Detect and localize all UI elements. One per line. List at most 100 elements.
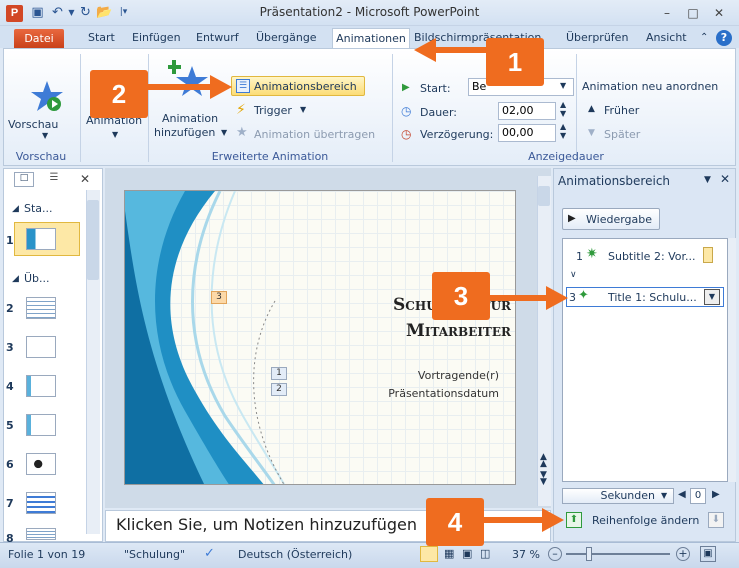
slide-number: 3 [6, 341, 14, 354]
preview-button[interactable]: Vorschau [8, 118, 58, 131]
play-icon: ▶ [568, 213, 576, 224]
slide-thumbnail-5[interactable] [26, 414, 56, 436]
help-icon[interactable]: ? [716, 30, 732, 46]
slide-thumbnail-2[interactable] [26, 297, 56, 319]
outline-tab-icon[interactable]: ☰ [44, 172, 64, 187]
timeline-forward-icon[interactable]: ▶ [712, 489, 720, 500]
fit-to-window-icon[interactable]: ▣ [700, 546, 716, 562]
slide-presenter[interactable]: Vortragende(r) [315, 369, 499, 382]
start-label: Start: [420, 82, 451, 95]
zoom-slider[interactable] [566, 553, 670, 555]
animation-list-scrollbar[interactable] [728, 238, 736, 482]
slide-canvas[interactable]: 3 1 2 Schulung für Mitarbeiter Vortragen… [124, 190, 516, 485]
zoom-slider-thumb[interactable] [586, 547, 592, 561]
slideshow-view-icon[interactable]: ◫ [480, 547, 490, 560]
slides-tab-icon[interactable]: □ [14, 172, 34, 187]
delay-input[interactable]: 00,00 [498, 124, 556, 142]
slide-thumbnail-8[interactable] [26, 528, 56, 540]
seconds-dropdown[interactable]: Sekunden [562, 488, 674, 504]
close-icon[interactable]: ✕ [708, 4, 730, 22]
seconds-dropdown-arrow-icon[interactable]: ▼ [661, 491, 667, 500]
zoom-out-icon[interactable]: – [548, 547, 562, 561]
duration-spinner-icon[interactable]: ▲ ▼ [560, 100, 566, 118]
add-animation-label-2[interactable]: hinzufügen [154, 126, 215, 139]
pane-close-icon[interactable]: ✕ [720, 172, 730, 186]
tab-design[interactable]: Entwurf [194, 28, 241, 48]
slides-scrollbar-thumb[interactable] [87, 200, 99, 280]
slide-date[interactable]: Präsentationsdatum [315, 387, 499, 400]
tab-view[interactable]: Ansicht [644, 28, 689, 48]
tab-insert[interactable]: Einfügen [130, 28, 183, 48]
pane-options-icon[interactable]: ▼ [704, 175, 711, 185]
anim-item-3-number: 3 [569, 291, 576, 304]
section-overview-label[interactable]: Üb... [24, 272, 50, 285]
maximize-icon[interactable]: □ [682, 4, 704, 22]
prev-slide-icon[interactable]: ▲ ▲ [540, 453, 547, 469]
theme-name[interactable]: "Schulung" [124, 548, 185, 561]
zoom-in-icon[interactable]: + [676, 547, 690, 561]
animation-tag-2[interactable]: 2 [271, 383, 287, 396]
minimize-icon[interactable]: – [656, 4, 678, 22]
reading-view-icon[interactable]: ▣ [462, 547, 472, 560]
slide-number: 2 [6, 302, 14, 315]
move-down-icon[interactable]: ⬇ [708, 512, 724, 528]
animation-painter-icon: ★ [236, 125, 248, 140]
anim-item-3[interactable]: Title 1: Schulu... [608, 291, 697, 304]
slide-scrollbar-thumb[interactable] [538, 186, 550, 206]
animation-painter-button[interactable]: Animation übertragen [254, 128, 375, 141]
tab-animations[interactable]: Animationen [332, 28, 410, 49]
slide-sorter-icon[interactable]: ▦ [444, 547, 454, 560]
callout-3-arrowhead-icon [546, 286, 568, 310]
slide-thumbnail-3[interactable] [26, 336, 56, 358]
slide-thumbnail-7[interactable] [26, 492, 56, 514]
animation-tag-3[interactable]: 3 [211, 291, 227, 304]
duration-input[interactable]: 02,00 [498, 102, 556, 120]
start-dropdown-arrow-icon[interactable]: ▼ [560, 81, 566, 90]
add-animation-dropdown-icon[interactable]: ▼ [221, 128, 227, 137]
slide-title-line2[interactable]: Mitarbeiter [315, 321, 511, 341]
later-button[interactable]: Später [604, 128, 640, 141]
animation-gallery-dropdown-icon[interactable]: ▼ [112, 130, 118, 139]
spellcheck-icon[interactable]: ✓ [204, 546, 215, 561]
delay-label: Verzögerung: [420, 128, 494, 141]
animation-pane-label: Animationsbereich [254, 80, 357, 93]
section-start-label[interactable]: Sta... [24, 202, 53, 215]
zoom-level[interactable]: 37 % [512, 548, 540, 561]
trigger-button[interactable]: Trigger [254, 104, 292, 117]
duration-label: Dauer: [420, 106, 457, 119]
slide-thumbnail-1[interactable] [26, 228, 56, 250]
normal-view-icon[interactable] [420, 546, 438, 562]
preview-dropdown-icon[interactable]: ▼ [42, 131, 48, 140]
slide-thumbnail-6[interactable] [26, 453, 56, 475]
callout-2: 2 [90, 70, 148, 118]
section-collapse-icon[interactable]: ◢ [12, 274, 19, 284]
close-panel-icon[interactable]: ✕ [80, 172, 90, 186]
notes-input[interactable]: Klicken Sie, um Notizen hinzuzufügen [105, 510, 551, 542]
language[interactable]: Deutsch (Österreich) [238, 548, 352, 561]
tab-start[interactable]: Start [86, 28, 117, 48]
move-up-icon[interactable]: ⬆ [566, 512, 582, 528]
minimize-ribbon-icon[interactable]: ⌃ [698, 28, 710, 48]
animation-tag-1[interactable]: 1 [271, 367, 287, 380]
tab-review[interactable]: Überprüfen [564, 28, 630, 48]
slide-number: 5 [6, 419, 14, 432]
callout-1-arrow [430, 47, 486, 53]
delay-spinner-icon[interactable]: ▲ ▼ [560, 122, 566, 140]
anim-item-1[interactable]: Subtitle 2: Vor... [608, 250, 696, 263]
expand-chevron-icon[interactable]: ∨ [570, 270, 577, 280]
section-collapse-icon[interactable]: ◢ [12, 204, 19, 214]
slide-thumbnail-4[interactable] [26, 375, 56, 397]
anim-item-3-dropdown-icon[interactable]: ▼ [704, 289, 720, 305]
earlier-arrow-icon: ▲ [588, 104, 595, 114]
tab-transitions[interactable]: Übergänge [254, 28, 319, 48]
timeline-back-icon[interactable]: ◀ [678, 489, 686, 500]
tab-file[interactable]: Datei [14, 29, 64, 48]
status-bar [0, 542, 739, 568]
add-animation-label-1[interactable]: Animation [162, 112, 218, 125]
add-animation-icon [168, 60, 208, 96]
earlier-button[interactable]: Früher [604, 104, 639, 117]
entrance-effect-icon: ✷ [586, 246, 598, 262]
next-slide-icon[interactable]: ▼ ▼ [540, 471, 547, 487]
trigger-dropdown-icon[interactable]: ▼ [300, 105, 306, 114]
timeline-zero[interactable]: 0 [690, 488, 706, 504]
